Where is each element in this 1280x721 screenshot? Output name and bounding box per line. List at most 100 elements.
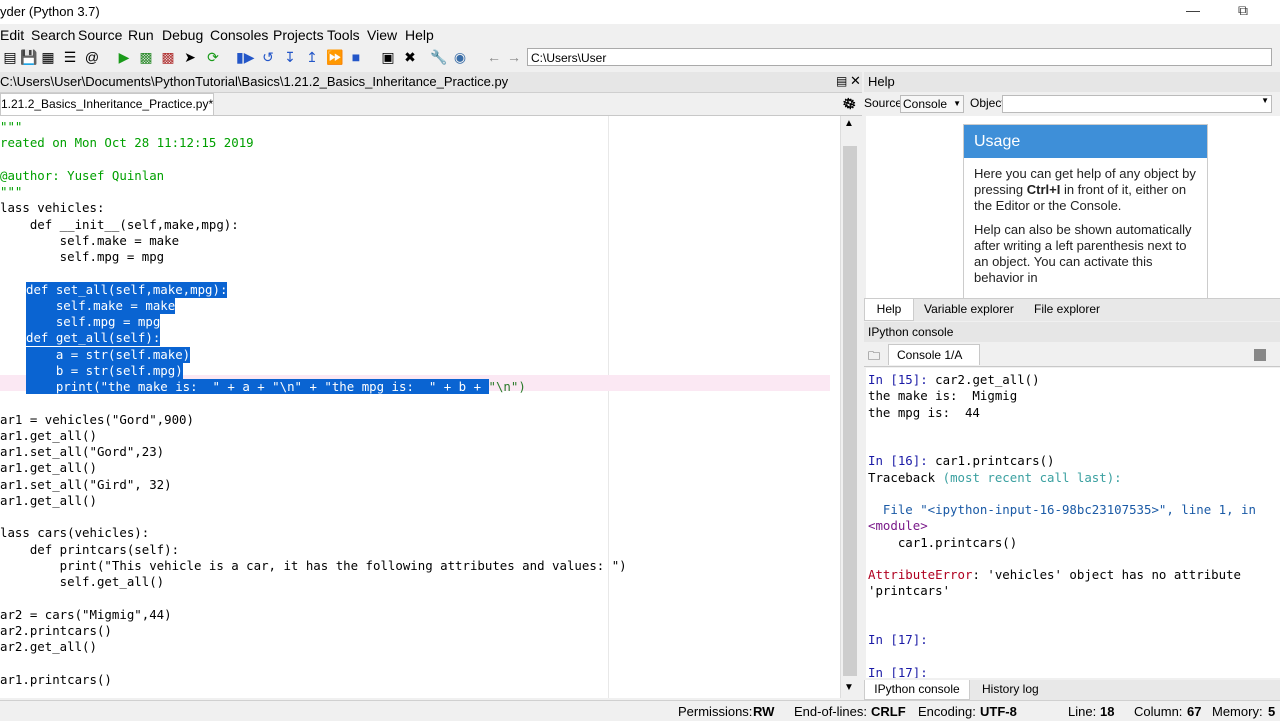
menu-debug[interactable]: Debug: [162, 27, 203, 43]
usage-text-1: Here you can get help of any object by p…: [974, 166, 1197, 214]
menu-search[interactable]: Search: [31, 27, 75, 43]
continue-icon[interactable]: ⏩: [326, 49, 343, 65]
tab-variable-explorer[interactable]: Variable explorer: [924, 302, 1014, 316]
code-line: ar2.printcars(): [0, 622, 112, 638]
run-cell-advance-icon[interactable]: ▩: [160, 49, 176, 65]
editor-tab[interactable]: 1.21.2_Basics_Inheritance_Practice.py* ×: [0, 93, 214, 131]
restore-button[interactable]: ⧉: [1228, 2, 1258, 22]
tab-file-explorer[interactable]: File explorer: [1034, 302, 1100, 316]
toolbar: ▤ 💾 ▦ ☰ @ ▶ ▩ ▩ ➤ ⟳ ▮▶ ↺ ↧ ↥ ⏩ ■ ▣ ✖ 🔧 ◉…: [0, 46, 1280, 70]
source-select-value: Console: [903, 97, 948, 111]
interrupt-kernel-icon[interactable]: [1254, 349, 1266, 361]
minimize-button[interactable]: —: [1178, 2, 1208, 22]
chevron-down-icon: ▼: [1261, 96, 1269, 105]
scroll-thumb[interactable]: [843, 146, 857, 676]
run-icon[interactable]: ▶: [116, 49, 132, 65]
python-path-icon[interactable]: ◉: [452, 49, 468, 65]
rerun-icon[interactable]: ⟳: [205, 49, 221, 65]
pane-options-icon[interactable]: ▤: [836, 74, 847, 88]
fullscreen-icon[interactable]: ✖: [402, 49, 418, 65]
code-line: a = str(self.make): [26, 346, 191, 363]
console-bottom-tabs: IPython console History log: [864, 680, 1280, 700]
source-label: Source: [864, 96, 903, 110]
console-folder-icon[interactable]: 🗀: [868, 347, 880, 368]
source-select[interactable]: Console ▼: [900, 95, 964, 113]
menu-source[interactable]: Source: [78, 27, 122, 43]
preferences-icon[interactable]: 🔧: [430, 49, 447, 65]
code-line: ar1.set_all("Gird", 32): [0, 476, 172, 492]
ipython-console[interactable]: In [15]: car2.get_all() the make is: Migm…: [866, 368, 1280, 678]
menu-help[interactable]: Help: [405, 27, 434, 43]
console-line: the make is: Migmig: [868, 388, 1018, 404]
menu-tools[interactable]: Tools: [327, 27, 360, 43]
scroll-up-icon[interactable]: ▲: [844, 118, 854, 129]
memory-value: 5: [1268, 704, 1276, 719]
tab-history-log[interactable]: History log: [982, 682, 1039, 696]
run-selection-icon[interactable]: ➤: [182, 49, 198, 65]
step-icon[interactable]: ↺: [260, 49, 276, 65]
usage-shortcut: Ctrl+I: [1026, 182, 1061, 197]
forward-arrow-icon[interactable]: →: [506, 49, 522, 65]
code-line: ar1.set_all("Gord",23): [0, 444, 165, 459]
step-into-icon[interactable]: ↧: [282, 49, 298, 65]
code-line: lass cars(vehicles):: [0, 525, 150, 541]
menu-run[interactable]: Run: [128, 27, 154, 43]
encoding-label: Encoding:: [918, 704, 976, 719]
scroll-down-icon[interactable]: ▼: [844, 682, 854, 693]
code-line: self.mpg = mpg: [26, 314, 161, 330]
code-editor[interactable]: """ reated on Mon Oct 28 11:12:15 2019 @au…: [0, 116, 840, 698]
open-file-icon[interactable]: ▤: [2, 49, 18, 65]
column-value: 67: [1187, 704, 1202, 719]
eol-value: CRLF: [871, 704, 906, 719]
console-line: In [15]: car2.get_all(): [868, 372, 1040, 387]
list-icon[interactable]: ☰: [62, 49, 78, 65]
working-directory-input[interactable]: C:\Users\User: [527, 48, 1272, 66]
object-input[interactable]: ▼: [1002, 95, 1272, 113]
usage-box: Usage Here you can get help of any objec…: [963, 124, 1208, 298]
code-line: print("This vehicle is a car, it has the…: [0, 557, 627, 573]
menu-projects[interactable]: Projects: [273, 27, 324, 43]
console-line: car1.printcars(): [868, 534, 1018, 550]
help-pane-title: Help: [868, 74, 895, 89]
maximize-pane-icon[interactable]: ▣: [380, 49, 396, 65]
help-source-bar: ⚙ Source Console ▼ Object ▼: [844, 93, 1280, 115]
menu-consoles[interactable]: Consoles: [210, 27, 268, 43]
help-pane-header: Help: [864, 72, 1280, 92]
step-return-icon[interactable]: ↥: [304, 49, 320, 65]
code-line: self.make = make: [0, 232, 180, 248]
tab-help[interactable]: Help: [864, 299, 914, 321]
debug-icon[interactable]: ▮▶: [236, 49, 254, 65]
menu-view[interactable]: View: [367, 27, 397, 43]
console-line: <module>: [868, 518, 928, 534]
encoding-value: UTF-8: [980, 704, 1017, 719]
code-line: ar1.printcars(): [0, 671, 112, 687]
close-pane-icon[interactable]: ✕: [850, 73, 861, 89]
line-value: 18: [1100, 704, 1115, 719]
at-icon[interactable]: @: [84, 49, 100, 65]
help-tab-bar: Help Variable explorer File explorer: [864, 298, 1280, 321]
console-line: In [17]:: [868, 632, 928, 647]
editor-scrollbar[interactable]: ▲ ▼: [840, 116, 859, 698]
menu-bar: Edit Search Source Run Debug Consoles Pr…: [0, 24, 1280, 46]
line-label: Line:: [1068, 704, 1097, 719]
code-line: b = str(self.mpg): [26, 362, 183, 379]
save-all-icon[interactable]: ▦: [40, 49, 56, 65]
code-line: def get_all(self):: [26, 330, 161, 347]
menu-edit[interactable]: Edit: [0, 27, 24, 43]
back-arrow-icon[interactable]: ←: [486, 49, 502, 65]
console-line: the mpg is: 44: [868, 404, 980, 420]
eol-label: End-of-lines:: [794, 704, 867, 719]
code-line: ar1.get_all(): [0, 460, 97, 476]
console-line: Traceback (most recent call last):: [868, 469, 1122, 485]
code-line: def set_all(self,make,mpg):: [26, 281, 228, 298]
column-label: Column:: [1134, 704, 1183, 719]
tab-ipython-console[interactable]: IPython console: [864, 680, 970, 700]
help-gear-icon[interactable]: ⚙: [844, 96, 857, 113]
stop-icon[interactable]: ■: [348, 49, 364, 65]
run-cell-icon[interactable]: ▩: [138, 49, 154, 65]
save-icon[interactable]: 💾: [20, 49, 37, 65]
console-line: AttributeError: 'vehicles' object has no…: [868, 567, 1241, 582]
code-line: def printcars(self):: [0, 541, 180, 557]
console-tab[interactable]: Console 1/A ×: [888, 344, 980, 382]
editor-tab-label: 1.21.2_Basics_Inheritance_Practice.py*: [1, 97, 214, 111]
